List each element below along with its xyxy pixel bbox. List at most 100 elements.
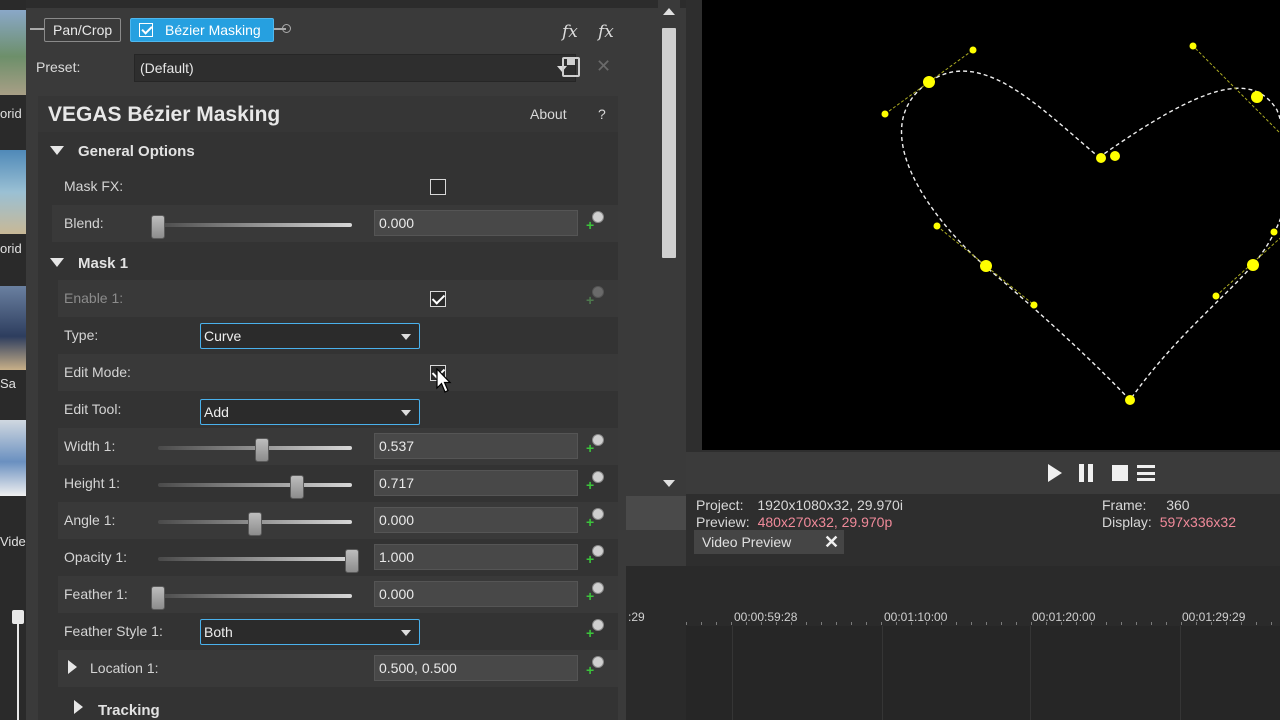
angle-value-field[interactable]: 0.000 [374,507,578,533]
feather-value-field[interactable]: 0.000 [374,581,578,607]
slider-thumb[interactable] [151,215,165,239]
fx-vertical-scrollbar[interactable] [658,0,680,500]
bezier-enable-checkbox[interactable] [139,23,153,37]
ruler-tick [866,622,867,625]
keyframe-animate-icon[interactable]: + [586,582,606,603]
keyframe-animate-icon[interactable]: + [586,656,606,677]
keyframe-animate-icon[interactable]: + [586,545,606,566]
mask-handle-point[interactable] [1212,292,1220,300]
mask-1-section-header[interactable]: Mask 1 [38,246,618,280]
mask-control-point[interactable] [923,76,935,88]
mask-control-point[interactable] [1110,151,1120,161]
timeline-ruler[interactable]: :29 00:00:59:28 00:01:10:00 00:01:20:00 … [626,566,1280,626]
keyframe-animate-icon[interactable]: + [586,211,606,232]
type-label: Type: [64,327,99,343]
mask-fx-row: Mask FX: [52,168,618,205]
general-options-section-header[interactable]: General Options [38,134,618,168]
tracking-section-header[interactable]: Tracking [58,692,618,720]
about-link[interactable]: About [530,106,567,122]
mask-handle-point[interactable] [933,222,941,230]
mask-control-point[interactable] [980,260,992,272]
ruler-tick [1031,622,1032,625]
media-thumbnail-label: orid [0,241,22,256]
bezier-masking-button[interactable]: Bézier Masking [130,18,274,42]
mask-control-point[interactable] [1251,91,1263,103]
help-link[interactable]: ? [598,106,606,122]
enable-checkbox[interactable] [430,291,446,307]
slider-thumb[interactable] [151,586,165,610]
video-preview-tab[interactable]: Video Preview ✕ [694,530,844,554]
location-row[interactable]: Location 1: 0.500, 0.500 + [58,650,618,687]
edit-tool-dropdown[interactable]: Add [200,399,420,425]
media-thumbnail[interactable] [0,150,26,234]
menu-icon[interactable] [1137,465,1155,481]
video-preview-canvas[interactable] [702,0,1280,450]
ruler-tick [1076,622,1077,625]
ruler-tick [986,622,987,625]
scrollbar-thumb[interactable] [662,28,676,258]
ruler-tick [1181,622,1182,625]
mask-fx-checkbox[interactable] [430,179,446,195]
preset-dropdown[interactable]: (Default) [134,54,576,82]
feather-label: Feather 1: [64,586,128,602]
blend-slider[interactable] [151,215,352,239]
mask-handle-point[interactable] [1030,301,1038,309]
mask-handle-point[interactable] [969,46,977,54]
scroll-up-arrow-icon[interactable] [663,8,675,15]
opacity-value-field[interactable]: 1.000 [374,544,578,570]
angle-slider[interactable] [158,512,352,536]
close-icon[interactable]: ✕ [824,532,839,553]
media-thumbnail[interactable] [0,10,26,95]
feather-style-value: Both [204,624,233,640]
pause-icon[interactable] [1078,464,1094,482]
feather-slider[interactable] [151,586,352,610]
mask-handle-point[interactable] [1189,42,1197,50]
ruler-time-label: :29 [628,610,645,624]
plugin-chain-fx-icon[interactable]: fx [562,22,578,42]
slider-thumb[interactable] [345,549,359,573]
slider-thumb[interactable] [248,512,262,536]
remove-fx-icon[interactable]: fx [598,22,614,42]
keyframe-animate-icon[interactable]: + [586,508,606,529]
scroll-down-arrow-icon[interactable] [663,480,675,487]
pan-crop-button[interactable]: Pan/Crop [44,18,122,42]
delete-preset-icon[interactable]: ✕ [596,56,611,77]
display-value: 597x336x32 [1159,514,1236,530]
project-label: Project: [696,497,744,513]
plugin-title: VEGAS Bézier Masking [48,103,281,126]
expand-triangle-icon[interactable] [68,660,77,674]
timeline-track-area[interactable] [686,626,1280,720]
width-slider[interactable] [158,438,352,462]
preview-info: Preview: 480x270x32, 29.970p [696,514,892,530]
mask-control-point[interactable] [1096,153,1106,163]
media-thumbnail[interactable] [0,286,26,370]
mask-curve-path[interactable] [900,70,1280,402]
ruler-tick [1196,622,1197,625]
play-icon[interactable] [1048,464,1062,482]
media-thumbnail[interactable] [0,420,26,496]
location-value-field[interactable]: 0.500, 0.500 [374,655,578,681]
mask-handle-point[interactable] [1270,228,1278,236]
height-value-field[interactable]: 0.717 [374,470,578,496]
preset-label: Preset: [36,59,81,75]
mask-control-point[interactable] [1247,259,1259,271]
bezier-mask-overlay[interactable] [702,0,1280,450]
chevron-down-icon [401,630,411,636]
mask-handle-point[interactable] [881,110,889,118]
save-preset-icon[interactable] [562,57,580,77]
keyframe-animate-icon[interactable]: + [586,619,606,640]
ruler-tick [821,622,822,625]
keyframe-animate-icon[interactable]: + [586,471,606,492]
slider-thumb[interactable] [255,438,270,462]
stop-icon[interactable] [1112,465,1128,481]
width-value-field[interactable]: 0.537 [374,433,578,459]
slider-thumb[interactable] [290,475,305,499]
blend-value-field[interactable]: 0.000 [374,210,578,236]
mask-control-point[interactable] [1125,395,1135,405]
type-dropdown[interactable]: Curve [200,323,420,349]
ruler-time-label: 00:01:20:00 [1032,610,1096,624]
opacity-slider[interactable] [158,549,359,573]
keyframe-animate-icon[interactable]: + [586,434,606,455]
height-slider[interactable] [158,475,352,499]
feather-style-dropdown[interactable]: Both [200,619,420,645]
